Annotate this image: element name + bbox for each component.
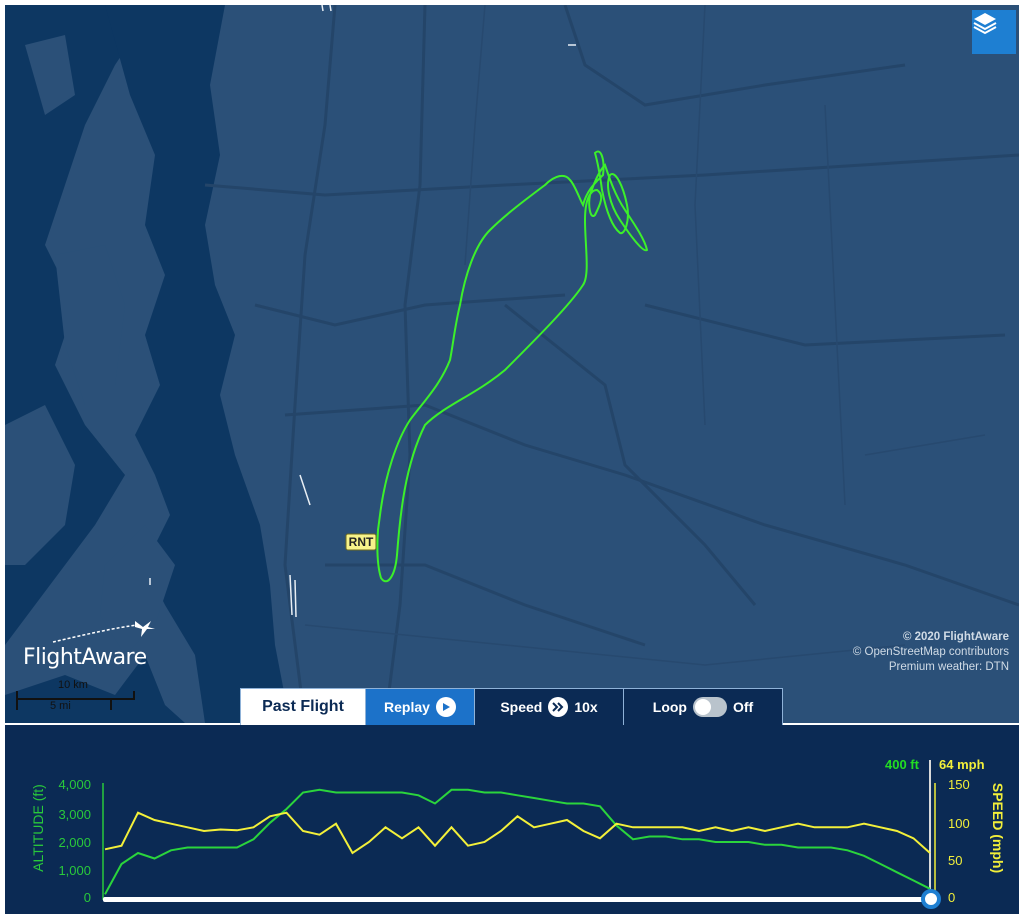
speed-button[interactable]: Speed 10x [475, 689, 624, 725]
speed-label: Speed [500, 699, 543, 715]
land-island [55, 245, 125, 405]
map-attribution: © 2020 FlightAware © OpenStreetMap contr… [853, 630, 1009, 675]
scale-km-bar [16, 691, 135, 700]
flight-track [376, 150, 649, 583]
attribution-weather[interactable]: Premium weather: DTN [853, 660, 1009, 675]
attribution-osm[interactable]: © OpenStreetMap contributors [853, 645, 1009, 660]
map-layers-button[interactable] [972, 10, 1016, 54]
plane-icon [52, 621, 155, 643]
scale-bar: 10 km 5 mi [14, 677, 144, 715]
replay-button[interactable]: Replay [366, 689, 475, 725]
layers-icon [973, 13, 997, 35]
loop-state: Off [733, 699, 754, 715]
past-flight-label: Past Flight [262, 698, 344, 715]
graph-canvas[interactable] [5, 725, 1019, 914]
play-icon [435, 697, 456, 717]
altitude-speed-graph[interactable]: 400 ft 64 mph ALTITUDE (ft) SPEED (mph) … [5, 725, 1019, 914]
loop-toggle[interactable] [693, 697, 727, 717]
flight-map[interactable]: RNT FlightAware 10 km 5 mi © 2020 Flight… [5, 5, 1019, 723]
logo-text: FlightAware [23, 645, 147, 670]
road-network [204, 5, 1019, 723]
playback-controls: Past Flight Replay Speed 10x Loop Off [240, 688, 783, 726]
flightaware-logo: FlightAware [23, 621, 163, 675]
loop-label: Loop [652, 699, 687, 715]
timeline-handle[interactable] [921, 889, 941, 909]
airport-marker[interactable]: RNT [345, 533, 377, 551]
replay-label: Replay [384, 699, 430, 715]
attribution-flightaware[interactable]: © 2020 FlightAware [853, 630, 1009, 645]
scale-km-label: 10 km [58, 679, 88, 691]
map-canvas[interactable]: RNT [5, 5, 1019, 723]
scale-mi-label: 5 mi [50, 700, 71, 712]
speed-value: 10x [574, 699, 598, 715]
fast-forward-icon [548, 697, 569, 717]
altitude-series-line [104, 788, 931, 895]
past-flight-tab[interactable]: Past Flight [241, 689, 366, 725]
airport-label: RNT [349, 535, 374, 549]
timeline-track[interactable] [103, 897, 931, 902]
loop-control[interactable]: Loop Off [624, 689, 782, 725]
